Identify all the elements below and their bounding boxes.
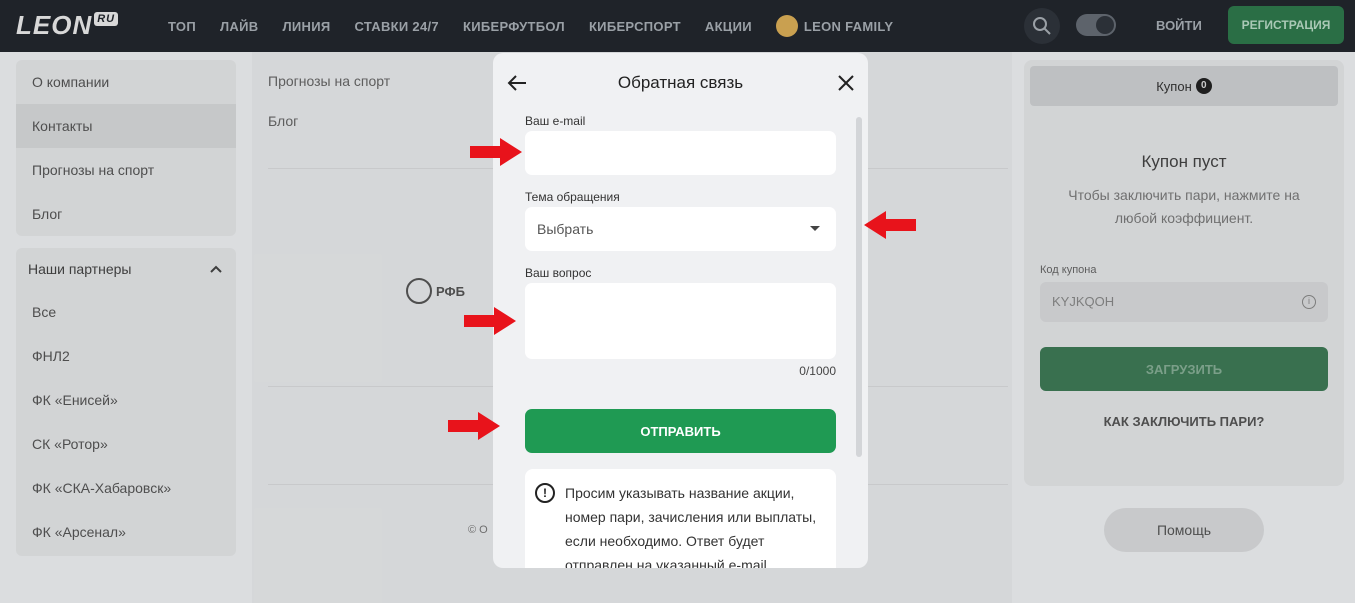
modal-scrollbar[interactable] [856,117,862,457]
leon-logo[interactable]: LEON RU [16,9,119,40]
main-nav: ТОП ЛАЙВ ЛИНИЯ СТАВКИ 24/7 КИБЕРФУТБОЛ К… [168,0,893,52]
nav-item-live[interactable]: ЛАЙВ [220,19,258,34]
theme-toggle[interactable] [1076,14,1116,36]
topic-label: Тема обращения [525,190,620,204]
char-counter: 0/1000 [799,364,836,378]
notice-text: Просим указывать название акции, номер п… [565,485,817,568]
search-icon [1033,17,1051,35]
nav-item-leon-family[interactable]: LEON FAMILY [775,15,894,37]
logo-text: LEON [16,9,93,40]
question-textarea[interactable] [525,283,836,359]
feedback-modal: Обратная связь Ваш e-mail Тема обращения… [493,53,868,568]
nav-item-promotions[interactable]: АКЦИИ [705,19,752,34]
red-arrow-left-icon [864,211,916,239]
paw-icon [775,15,798,37]
nav-item-esports[interactable]: КИБЕРСПОРТ [589,19,681,34]
register-button[interactable]: РЕГИСТРАЦИЯ [1228,6,1344,44]
nav-item-line[interactable]: ЛИНИЯ [282,19,330,34]
notice-box: ! Просим указывать название акции, номер… [525,469,836,568]
email-label: Ваш e-mail [525,114,586,128]
topic-select[interactable]: Выбрать [525,207,836,251]
red-arrow-right-icon [470,138,522,166]
submit-button[interactable]: ОТПРАВИТЬ [525,409,836,453]
topic-select-value: Выбрать [537,221,594,237]
alert-circle-icon: ! [535,483,555,503]
toggle-knob [1096,16,1114,34]
email-field[interactable] [525,131,836,175]
red-arrow-right-icon [448,412,500,440]
logo-suffix: RU [94,12,119,26]
top-bar: LEON RU ТОП ЛАЙВ ЛИНИЯ СТАВКИ 24/7 КИБЕР… [0,0,1355,52]
close-icon[interactable] [834,71,858,95]
login-button[interactable]: ВОЙТИ [1148,0,1210,52]
nav-item-cyberfootball[interactable]: КИБЕРФУТБОЛ [463,19,565,34]
modal-title: Обратная связь [617,73,744,92]
red-arrow-right-icon [464,307,516,335]
caret-down-icon [810,226,820,231]
nav-item-top[interactable]: ТОП [168,19,196,34]
search-button[interactable] [1024,8,1060,44]
leon-family-label: LEON FAMILY [803,18,894,34]
question-label: Ваш вопрос [525,266,592,280]
nav-item-bets247[interactable]: СТАВКИ 24/7 [354,19,438,34]
